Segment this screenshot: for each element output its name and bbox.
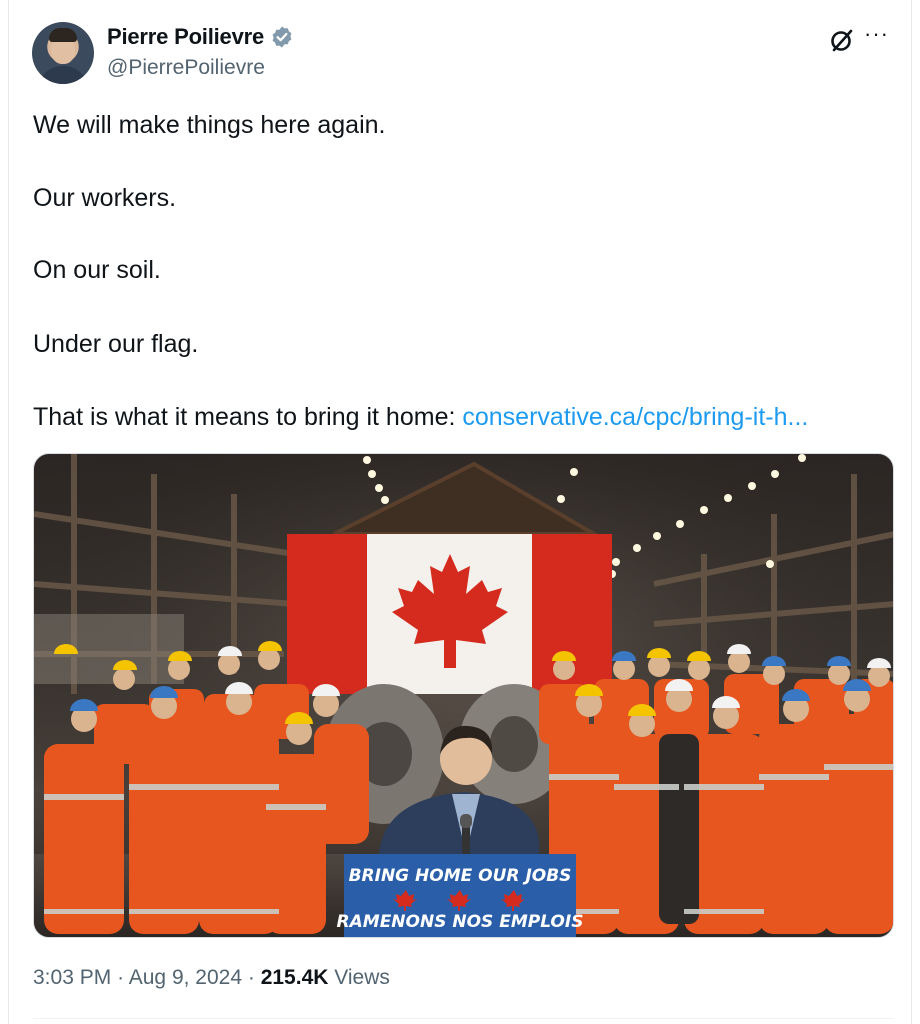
author-name[interactable]: Pierre Poilievre: [107, 24, 264, 50]
meta-separator: ·: [117, 966, 125, 989]
tweet-time[interactable]: 3:03 PM: [33, 966, 111, 989]
author-name-row: Pierre Poilievre: [107, 24, 294, 50]
divider: [33, 1018, 894, 1019]
author-handle[interactable]: @PierrePoilievre: [107, 56, 265, 80]
tweet-line-4: Under our flag.: [33, 330, 199, 358]
tweet-date[interactable]: Aug 9, 2024: [129, 966, 242, 989]
tweet-link[interactable]: conservative.ca/cpc/bring-it-h...: [462, 403, 808, 431]
verified-badge-icon[interactable]: [270, 25, 294, 49]
tweet-meta: 3:03 PM · Aug 9, 2024 · 215.4K Views: [33, 966, 390, 990]
meta-separator: ·: [247, 966, 255, 989]
sign-line-2: RAMENONS NOS EMPLOIS: [337, 912, 584, 932]
grok-icon[interactable]: [828, 26, 856, 54]
more-icon[interactable]: ···: [864, 23, 892, 52]
tweet-photo[interactable]: BRING HOME OUR JOBS RAMENONS NOS EMPLOIS: [33, 453, 894, 938]
views-count: 215.4K: [260, 966, 329, 989]
tweet-line-5: That is what it means to bring it home: …: [33, 402, 808, 432]
author-avatar[interactable]: [32, 22, 94, 84]
tweet-line-5-text: That is what it means to bring it home:: [33, 403, 456, 431]
factory-scene: BRING HOME OUR JOBS RAMENONS NOS EMPLOIS: [34, 454, 893, 937]
tweet-line-1: We will make things here again.: [33, 111, 386, 139]
tweet-line-3: On our soil.: [33, 256, 161, 284]
views-label: Views: [334, 966, 390, 989]
tweet-line-2: Our workers.: [33, 184, 177, 212]
sign-line-1: BRING HOME OUR JOBS: [349, 866, 572, 886]
